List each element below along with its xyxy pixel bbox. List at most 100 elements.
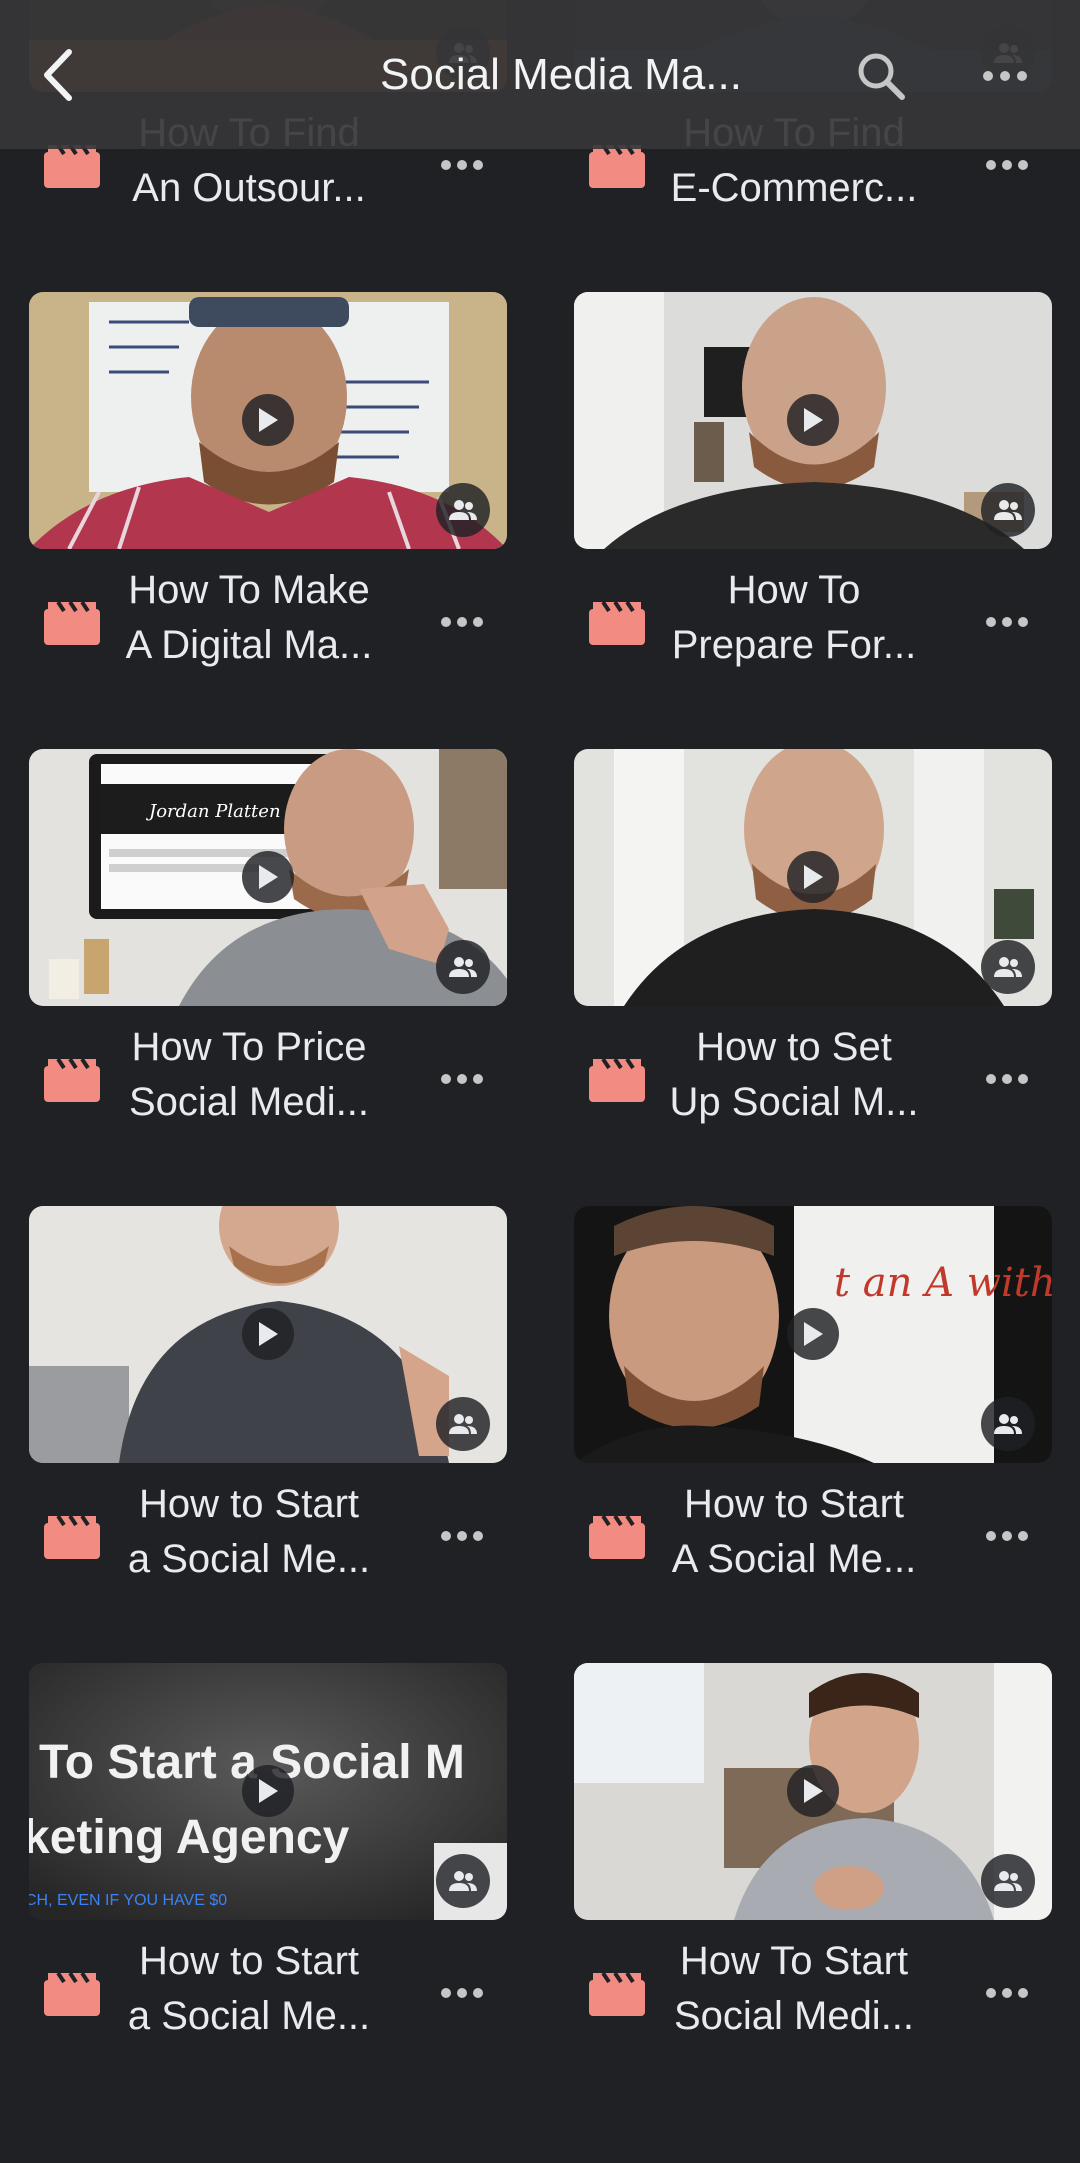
video-file-icon	[589, 600, 645, 645]
video-file-icon	[589, 1514, 645, 1559]
video-title: How to Start A Social Me...	[669, 1477, 919, 1587]
more-options-button[interactable]	[970, 50, 1040, 102]
play-button[interactable]	[787, 394, 839, 446]
title-line: A Digital Ma...	[125, 623, 373, 667]
title-line: How to Start	[683, 1482, 905, 1526]
shared-people-icon	[994, 1871, 1022, 1891]
title-line: Social Medi...	[128, 1080, 370, 1124]
title-line: How To Start	[679, 1939, 909, 1983]
top-app-bar: Social Media Ma...	[0, 0, 1080, 149]
video-thumbnail[interactable]	[574, 292, 1052, 549]
play-icon	[259, 865, 278, 889]
title-line: How to Start	[138, 1939, 360, 1983]
shared-people-icon	[994, 957, 1022, 977]
video-thumbnail[interactable]	[574, 1663, 1052, 1920]
back-button[interactable]	[28, 40, 88, 110]
play-button[interactable]	[242, 1765, 294, 1817]
title-line: How To	[727, 568, 861, 612]
shared-badge	[981, 1397, 1035, 1451]
shared-badge	[981, 483, 1035, 537]
video-grid: How To Find An Outsour...	[0, 0, 1080, 2163]
whiteboard-scribble: t an A with	[834, 1260, 1052, 1306]
more-options-button[interactable]	[427, 1056, 497, 1102]
video-meta: How to Start a Social Me...	[29, 1463, 507, 1593]
shared-badge	[436, 1854, 490, 1908]
chevron-left-icon	[44, 49, 72, 101]
play-icon	[804, 408, 823, 432]
play-icon	[804, 1322, 823, 1346]
play-button[interactable]	[787, 851, 839, 903]
shared-people-icon	[449, 1414, 477, 1434]
video-meta: How To Prepare For...	[574, 549, 1052, 679]
shared-badge	[436, 940, 490, 994]
promo-text: keting Agency	[29, 1811, 350, 1864]
more-options-button[interactable]	[972, 599, 1042, 645]
title-line: Social Medi...	[673, 1994, 915, 2038]
play-icon	[259, 1322, 278, 1346]
video-file-icon	[589, 1057, 645, 1102]
video-thumbnail[interactable]: Jordan Platten	[29, 749, 507, 1006]
video-title: How To Make A Digital Ma...	[124, 563, 374, 673]
title-line: Up Social M...	[669, 1080, 919, 1124]
video-thumbnail[interactable]	[29, 1206, 507, 1463]
play-button[interactable]	[787, 1308, 839, 1360]
video-title: How to Start a Social Me...	[124, 1934, 374, 2044]
shared-people-icon	[994, 1414, 1022, 1434]
more-options-button[interactable]	[972, 1513, 1042, 1559]
play-button[interactable]	[242, 394, 294, 446]
more-horizontal-icon	[441, 1074, 483, 1084]
play-button[interactable]	[242, 1308, 294, 1360]
play-icon	[804, 865, 823, 889]
video-file-icon	[44, 600, 100, 645]
more-options-button[interactable]	[972, 1970, 1042, 2016]
more-options-button[interactable]	[427, 1970, 497, 2016]
title-line: a Social Me...	[127, 1994, 371, 2038]
video-file-icon	[44, 1057, 100, 1102]
video-meta: How To Price Social Medi...	[29, 1006, 507, 1136]
more-horizontal-icon	[986, 617, 1028, 627]
title-line: How To Make	[128, 568, 370, 612]
video-thumbnail[interactable]	[574, 749, 1052, 1006]
title-line: a Social Me...	[127, 1537, 371, 1581]
shared-badge	[981, 1854, 1035, 1908]
play-button[interactable]	[787, 1765, 839, 1817]
shared-badge	[981, 940, 1035, 994]
more-options-button[interactable]	[427, 1513, 497, 1559]
shared-people-icon	[449, 1871, 477, 1891]
search-button[interactable]	[850, 45, 912, 107]
video-file-icon	[44, 1971, 100, 2016]
promo-text: CH, EVEN IF YOU HAVE $0	[29, 1892, 227, 1909]
title-line: An Outsour...	[132, 166, 366, 210]
shared-badge	[436, 483, 490, 537]
more-horizontal-icon	[441, 1531, 483, 1541]
video-folder-screen: How To Find An Outsour...	[0, 0, 1080, 2163]
more-horizontal-icon	[441, 617, 483, 627]
video-title: How to Set Up Social M...	[669, 1020, 919, 1130]
video-meta: How to Set Up Social M...	[574, 1006, 1052, 1136]
title-line: How To Price	[131, 1025, 367, 1069]
video-thumbnail[interactable]: t an A with	[574, 1206, 1052, 1463]
play-button[interactable]	[242, 851, 294, 903]
shared-people-icon	[994, 500, 1022, 520]
video-meta: How To Start Social Medi...	[574, 1920, 1052, 2050]
title-line: A Social Me...	[671, 1537, 917, 1581]
video-meta: How to Start a Social Me...	[29, 1920, 507, 2050]
shared-badge	[436, 1397, 490, 1451]
video-thumbnail[interactable]: To Start a Social M keting Agency CH, EV…	[29, 1663, 507, 1920]
title-line: How to Start	[138, 1482, 360, 1526]
play-icon	[804, 1779, 823, 1803]
monitor-signature: Jordan Platten	[145, 801, 281, 822]
title-line: E-Commerc...	[670, 166, 918, 210]
more-horizontal-icon	[986, 160, 1028, 170]
video-file-icon	[589, 1971, 645, 2016]
more-horizontal-icon	[441, 160, 483, 170]
more-options-button[interactable]	[972, 1056, 1042, 1102]
more-horizontal-icon	[986, 1074, 1028, 1084]
video-title: How To Price Social Medi...	[124, 1020, 374, 1130]
video-file-icon	[44, 1514, 100, 1559]
video-title: How to Start a Social Me...	[124, 1477, 374, 1587]
video-title: How To Start Social Medi...	[669, 1934, 919, 2044]
video-thumbnail[interactable]	[29, 292, 507, 549]
page-title: Social Media Ma...	[380, 50, 742, 99]
more-options-button[interactable]	[427, 599, 497, 645]
